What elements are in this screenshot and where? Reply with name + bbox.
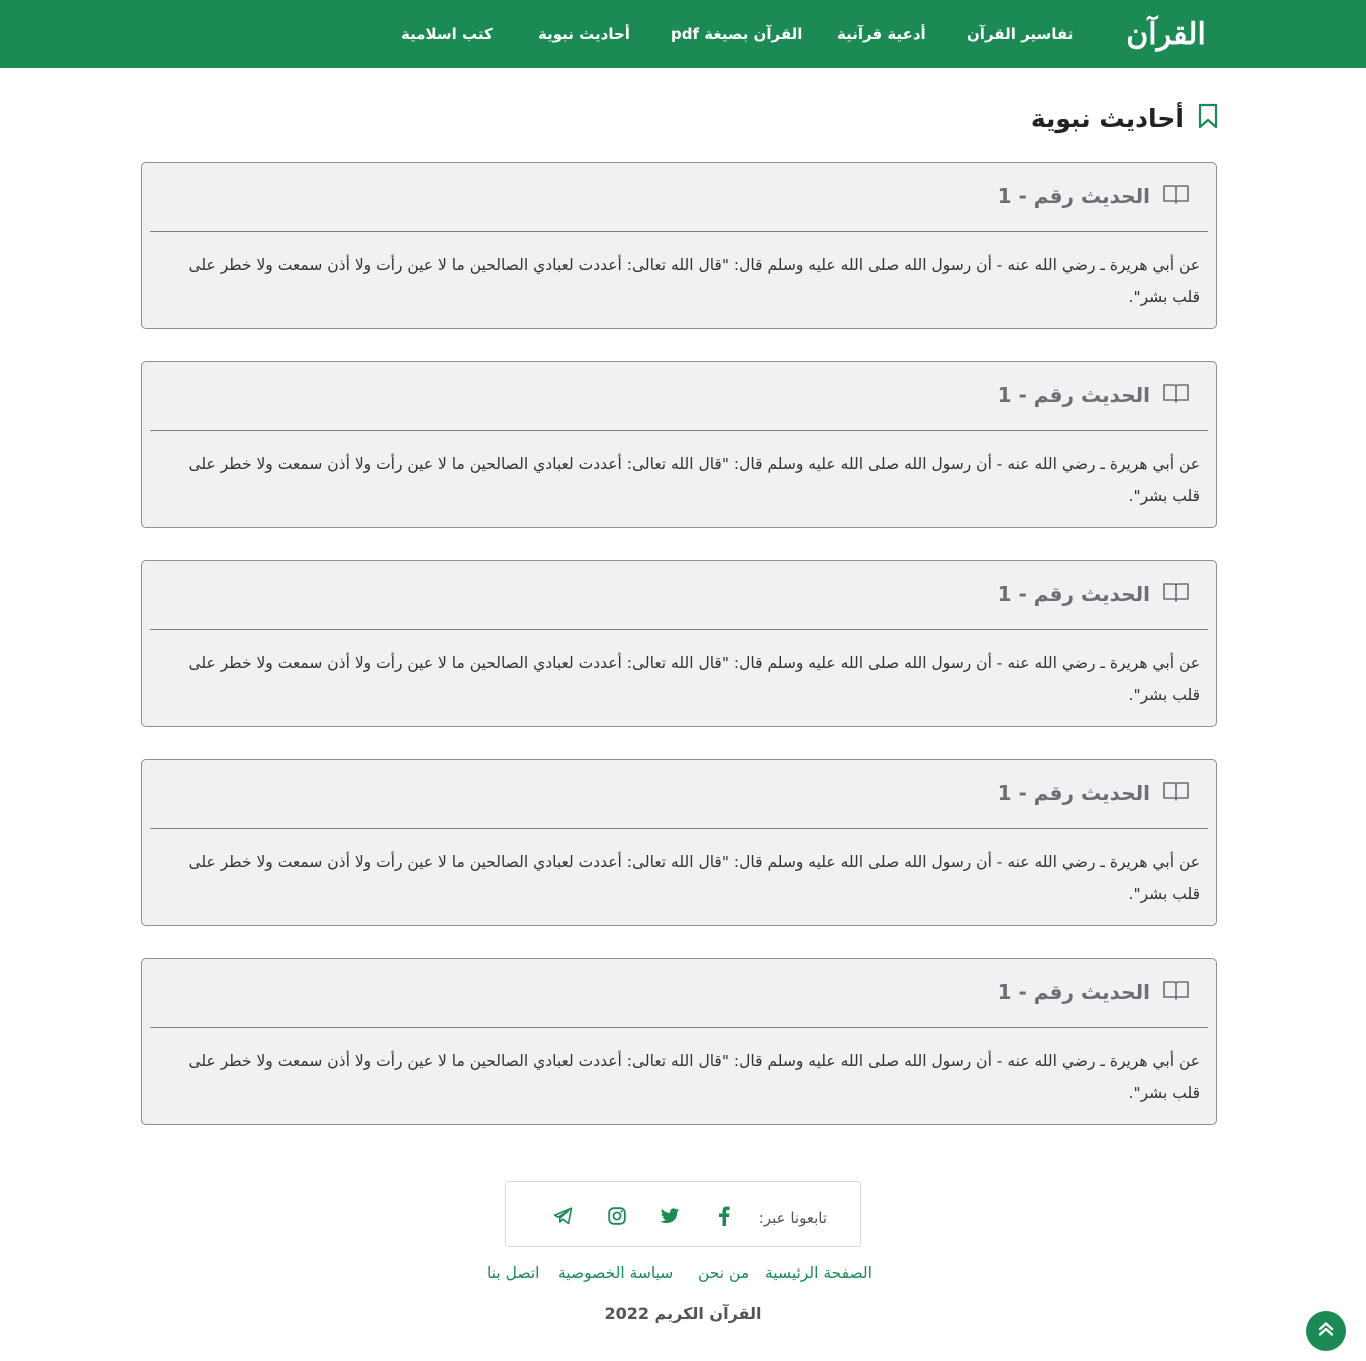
card-title: الحديث رقم - 1 [997,184,1150,208]
nav-item-tafsir[interactable]: تفاسير القرآن [967,22,1073,46]
footer-link-home[interactable]: الصفحة الرئيسية [765,1264,872,1282]
card-title: الحديث رقم - 1 [997,582,1150,606]
open-book-icon [1162,183,1190,209]
copyright-text: القرآن الكريم 2022 [604,1304,762,1323]
facebook-icon[interactable] [713,1205,735,1227]
card-divider [150,828,1208,829]
card-header: الحديث رقم - 1 [998,780,1190,806]
hadith-text: عن أبي هريرة ـ رضي الله عنه - أن رسول ال… [188,853,1200,903]
nav-item-hadith[interactable]: أحاديث نبوية [538,22,630,46]
footer-link-contact[interactable]: اتصل بنا [487,1264,539,1282]
open-book-icon [1162,581,1190,607]
hadith-card: الحديث رقم - 1 عن أبي هريرة ـ رضي الله ع… [141,162,1217,329]
nav-item-islamic-books[interactable]: كتب اسلامية [401,22,493,46]
hadith-text: عن أبي هريرة ـ رضي الله عنه - أن رسول ال… [188,256,1200,306]
open-book-icon [1162,780,1190,806]
card-header: الحديث رقم - 1 [998,183,1190,209]
hadith-text: عن أبي هريرة ـ رضي الله عنه - أن رسول ال… [188,455,1200,505]
double-chevron-up-icon [1317,1320,1335,1342]
card-header: الحديث رقم - 1 [998,581,1190,607]
nav-item-duas[interactable]: أدعية قرآنية [837,22,926,46]
hadith-card: الحديث رقم - 1 عن أبي هريرة ـ رضي الله ع… [141,560,1217,727]
hadith-card: الحديث رقم - 1 عن أبي هريرة ـ رضي الله ع… [141,361,1217,528]
card-divider [150,1027,1208,1028]
card-title: الحديث رقم - 1 [997,980,1150,1004]
hadith-text: عن أبي هريرة ـ رضي الله عنه - أن رسول ال… [188,654,1200,704]
page-title-row: أحاديث نبوية [1031,100,1218,136]
footer-link-about[interactable]: من نحن [698,1264,749,1282]
open-book-icon [1162,979,1190,1005]
bookmark-icon [1198,103,1218,133]
telegram-icon[interactable] [552,1205,574,1227]
card-divider [150,430,1208,431]
instagram-icon[interactable] [606,1205,628,1227]
card-title: الحديث رقم - 1 [997,383,1150,407]
card-header: الحديث رقم - 1 [998,979,1190,1005]
footer-link-privacy[interactable]: سياسة الخصوصية [558,1264,673,1282]
open-book-icon [1162,382,1190,408]
hadith-text: عن أبي هريرة ـ رضي الله عنه - أن رسول ال… [188,1052,1200,1102]
hadith-card: الحديث رقم - 1 عن أبي هريرة ـ رضي الله ع… [141,958,1217,1125]
follow-label: تابعونا عبر: [758,1209,827,1227]
card-divider [150,629,1208,630]
nav-item-quran-pdf[interactable]: القرآن بصيغة pdf [671,22,802,46]
scroll-to-top-button[interactable] [1306,1311,1346,1351]
card-title: الحديث رقم - 1 [997,781,1150,805]
hadith-card: الحديث رقم - 1 عن أبي هريرة ـ رضي الله ع… [141,759,1217,926]
page-title: أحاديث نبوية [1030,103,1184,133]
twitter-icon[interactable] [659,1205,681,1227]
site-logo[interactable]: القرآن الكريم [1108,10,1224,102]
card-header: الحديث رقم - 1 [998,382,1190,408]
social-follow-box: تابعونا عبر: [505,1181,861,1247]
top-navbar: القرآن الكريم تفاسير القرآن أدعية قرآنية… [0,0,1366,102]
card-divider [150,231,1208,232]
